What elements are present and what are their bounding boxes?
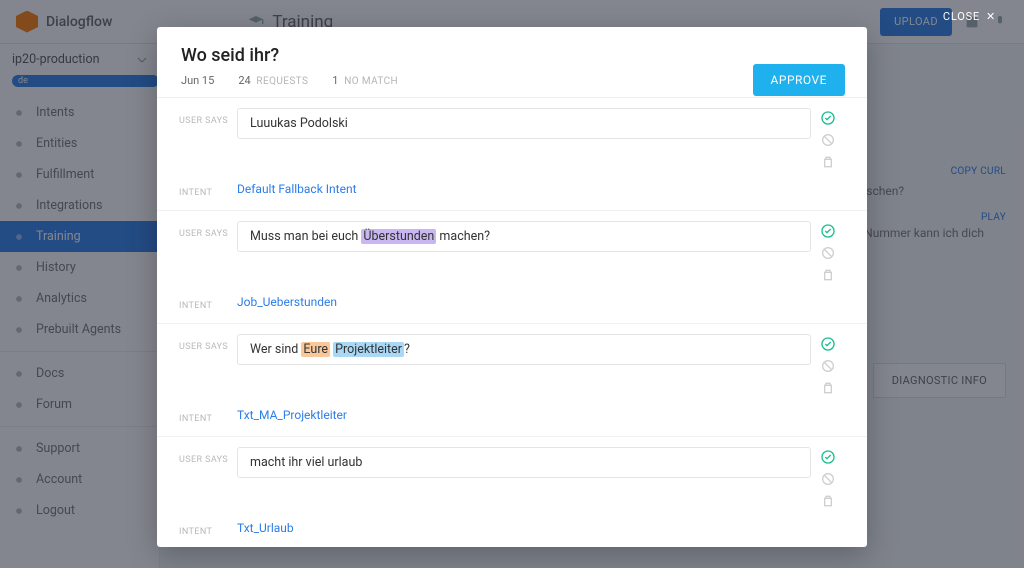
- intent-label: INTENT: [179, 180, 237, 198]
- nomatch-label: NO MATCH: [344, 76, 398, 87]
- modal-scrim: CLOSE ✕ APPROVE Wo seid ihr? Jun 15 24 R…: [0, 0, 1024, 568]
- trash-icon[interactable]: [820, 154, 836, 170]
- row-actions: [811, 221, 845, 283]
- trash-icon[interactable]: [820, 267, 836, 283]
- modal-title: Wo seid ihr?: [181, 45, 843, 66]
- approve-icon[interactable]: [820, 336, 836, 352]
- modal-subheader: Jun 15 24 REQUESTS 1 NO MATCH: [181, 74, 843, 87]
- trash-icon[interactable]: [820, 380, 836, 396]
- user-says-label: USER SAYS: [179, 447, 237, 465]
- intent-link[interactable]: Txt_MA_Projektleiter: [237, 406, 811, 422]
- user-says-label: USER SAYS: [179, 108, 237, 126]
- training-row: USER SAYSWer sind Eure Projektleiter? INT…: [157, 324, 867, 437]
- intent-label: INTENT: [179, 293, 237, 311]
- training-modal: Wo seid ihr? Jun 15 24 REQUESTS 1 NO MAT…: [157, 27, 867, 547]
- req-label: REQUESTS: [256, 76, 308, 87]
- req-count: 24: [238, 74, 250, 87]
- approve-icon[interactable]: [820, 110, 836, 126]
- user-utterance[interactable]: Luuukas Podolski: [237, 108, 811, 139]
- training-row: USER SAYSLuuukas Podolski INTENTDefault F…: [157, 98, 867, 211]
- approve-icon[interactable]: [820, 449, 836, 465]
- intent-label: INTENT: [179, 519, 237, 537]
- intent-link[interactable]: Job_Ueberstunden: [237, 293, 811, 309]
- close-button[interactable]: CLOSE ✕: [943, 10, 996, 23]
- modal-requests: 24 REQUESTS: [238, 74, 308, 87]
- intent-link[interactable]: Default Fallback Intent: [237, 180, 811, 196]
- training-row: USER SAYSmacht ihr viel urlaub INTENTTxt_…: [157, 437, 867, 547]
- approve-icon[interactable]: [820, 223, 836, 239]
- modal-nomatch: 1 NO MATCH: [332, 74, 398, 87]
- entity-highlight[interactable]: Überstunden: [361, 229, 436, 244]
- modal-date: Jun 15: [181, 74, 214, 87]
- intent-label: INTENT: [179, 406, 237, 424]
- trash-icon[interactable]: [820, 493, 836, 509]
- unassign-icon[interactable]: [820, 132, 836, 148]
- unassign-icon[interactable]: [820, 245, 836, 261]
- unassign-icon[interactable]: [820, 358, 836, 374]
- unassign-icon[interactable]: [820, 471, 836, 487]
- row-actions: [811, 108, 845, 170]
- user-utterance[interactable]: Wer sind Eure Projektleiter?: [237, 334, 811, 365]
- row-actions: [811, 447, 845, 509]
- close-icon: ✕: [986, 10, 996, 23]
- user-utterance[interactable]: macht ihr viel urlaub: [237, 447, 811, 478]
- entity-highlight[interactable]: Projektleiter: [333, 342, 404, 357]
- approve-button[interactable]: APPROVE: [753, 64, 845, 96]
- modal-body[interactable]: USER SAYSLuuukas PodolskiINTENTDefault F…: [157, 97, 867, 547]
- close-label: CLOSE: [943, 10, 980, 23]
- user-says-label: USER SAYS: [179, 221, 237, 239]
- user-utterance[interactable]: Muss man bei euch Überstunden machen?: [237, 221, 811, 252]
- intent-link[interactable]: Txt_Urlaub: [237, 519, 811, 535]
- training-row: USER SAYSMuss man bei euch Überstunden m…: [157, 211, 867, 324]
- user-says-label: USER SAYS: [179, 334, 237, 352]
- nomatch-count: 1: [332, 74, 338, 87]
- entity-highlight[interactable]: Eure: [301, 342, 330, 357]
- row-actions: [811, 334, 845, 396]
